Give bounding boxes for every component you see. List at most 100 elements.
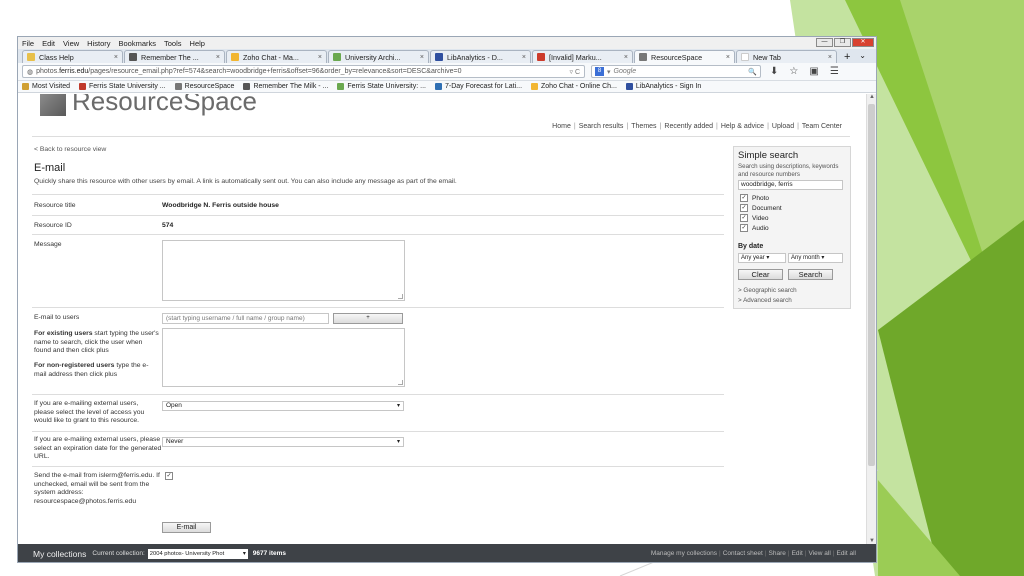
- month-select[interactable]: Any month ▾: [788, 253, 843, 263]
- library-icon[interactable]: ▣: [809, 66, 818, 77]
- search-engine-box[interactable]: 8 ▾ Google 🔍: [591, 65, 761, 78]
- edit-link[interactable]: Edit: [792, 550, 803, 557]
- bookmark-resourcespace[interactable]: ResourceSpace: [174, 83, 234, 90]
- tab-close-icon[interactable]: ×: [624, 54, 628, 61]
- current-collection-select[interactable]: 2004 photos- University Phot ▾: [147, 548, 248, 559]
- photo-label: Photo: [752, 194, 769, 202]
- geographic-search-link[interactable]: > Geographic search: [738, 287, 797, 294]
- tab-close-icon[interactable]: ×: [522, 54, 526, 61]
- menu-view[interactable]: View: [63, 39, 79, 48]
- tab-zoho-chat[interactable]: Zoho Chat - Ma... ×: [226, 50, 327, 63]
- page-scrollbar[interactable]: ▲ ▼: [866, 94, 876, 544]
- menu-tools[interactable]: Tools: [164, 39, 182, 48]
- close-window-button[interactable]: ✕: [852, 38, 874, 47]
- nav-help[interactable]: Help & advice: [718, 123, 767, 130]
- scrollbar-thumb[interactable]: [868, 104, 875, 466]
- menu-history[interactable]: History: [87, 39, 110, 48]
- year-value: Any year: [741, 255, 765, 261]
- video-checkbox[interactable]: ✓: [740, 214, 748, 222]
- view-all-link[interactable]: View all: [809, 550, 831, 557]
- menu-edit[interactable]: Edit: [42, 39, 55, 48]
- tab-remember-the-milk[interactable]: Remember The ... ×: [124, 50, 225, 63]
- current-collection-value: 2004 photos- University Phot: [149, 550, 225, 557]
- nav-themes[interactable]: Themes: [628, 123, 659, 130]
- nav-recently-added[interactable]: Recently added: [661, 123, 716, 130]
- restore-button[interactable]: ❐: [834, 38, 851, 47]
- nav-upload[interactable]: Upload: [769, 123, 797, 130]
- tab-close-icon[interactable]: ×: [216, 54, 220, 61]
- expiry-label: If you are e-mailing external users, ple…: [34, 436, 162, 460]
- new-tab-plus-icon[interactable]: +: [844, 51, 850, 63]
- nav-search-results[interactable]: Search results: [576, 123, 627, 130]
- type-photo[interactable]: ✓ Photo: [740, 194, 769, 202]
- site-logo[interactable]: ResourceSpace: [40, 94, 257, 116]
- tab-invalid-markup[interactable]: [Invalid] Marku... ×: [532, 50, 633, 63]
- clear-button[interactable]: Clear: [738, 269, 783, 280]
- audio-checkbox[interactable]: ✓: [740, 224, 748, 232]
- contact-sheet-link[interactable]: Contact sheet: [723, 550, 763, 557]
- expiry-select[interactable]: Never ▾: [162, 437, 404, 447]
- url-bar[interactable]: ◍ photos. ferris.edu/pages/resource_email…: [22, 65, 585, 78]
- tab-label: Remember The ...: [141, 52, 199, 62]
- bookmark-ferris-state-2[interactable]: Ferris State University: ...: [337, 83, 426, 90]
- manage-collections-link[interactable]: Manage my collections: [651, 550, 717, 557]
- tab-libanalytics[interactable]: LibAnalytics - D... ×: [430, 50, 531, 63]
- bookmark-star-icon[interactable]: ☆: [789, 66, 798, 77]
- menu-file[interactable]: File: [22, 39, 34, 48]
- type-video[interactable]: ✓ Video: [740, 214, 769, 222]
- type-document[interactable]: ✓ Document: [740, 204, 782, 212]
- tab-resourcespace[interactable]: ResourceSpace ×: [634, 50, 735, 63]
- tab-class-help[interactable]: Class Help ×: [22, 50, 123, 63]
- tab-close-icon[interactable]: ×: [114, 54, 118, 61]
- bookmark-remember-the-milk[interactable]: Remember The Milk - ...: [243, 83, 328, 90]
- reload-icon[interactable]: ▿ C: [569, 68, 580, 76]
- share-link[interactable]: Share: [769, 550, 786, 557]
- resize-grip-icon[interactable]: [398, 380, 403, 385]
- tab-university-archives[interactable]: University Archi... ×: [328, 50, 429, 63]
- bookmark-zoho-chat[interactable]: Zoho Chat - Online Ch...: [531, 83, 617, 90]
- nav-team-center[interactable]: Team Center: [799, 123, 845, 130]
- scroll-up-icon[interactable]: ▲: [869, 94, 875, 100]
- search-engine-arrow-icon[interactable]: ▾: [607, 68, 611, 76]
- email-submit-button[interactable]: E-mail: [162, 522, 211, 533]
- resize-grip-icon[interactable]: [398, 294, 403, 299]
- type-audio[interactable]: ✓ Audio: [740, 224, 769, 232]
- minimize-button[interactable]: —: [816, 38, 833, 47]
- bookmark-favicon-icon: [243, 83, 251, 90]
- tab-list-icon[interactable]: ⌄: [859, 51, 866, 60]
- add-user-button[interactable]: +: [333, 313, 403, 324]
- bookmark-forecast[interactable]: 7-Day Forecast for Lati...: [434, 83, 522, 90]
- hamburger-menu-icon[interactable]: ☰: [830, 66, 839, 77]
- menu-bookmarks[interactable]: Bookmarks: [119, 39, 157, 48]
- bookmark-libanalytics[interactable]: LibAnalytics - Sign In: [625, 83, 701, 90]
- back-to-resource-link[interactable]: < Back to resource view: [34, 146, 106, 153]
- search-button[interactable]: Search: [788, 269, 833, 280]
- tab-close-icon[interactable]: ×: [726, 54, 730, 61]
- advanced-search-link[interactable]: > Advanced search: [738, 297, 792, 304]
- email-users-input[interactable]: (start typing username / full name / gro…: [162, 313, 329, 324]
- tab-close-icon[interactable]: ×: [828, 54, 832, 61]
- document-checkbox[interactable]: ✓: [740, 204, 748, 212]
- download-icon[interactable]: ⬇: [770, 66, 778, 77]
- resource-title-value: Woodbridge N. Ferris outside house: [162, 202, 279, 209]
- edit-all-link[interactable]: Edit all: [836, 550, 856, 557]
- tab-close-icon[interactable]: ×: [318, 54, 322, 61]
- menu-help[interactable]: Help: [190, 39, 205, 48]
- tab-close-icon[interactable]: ×: [420, 54, 424, 61]
- bookmark-ferris-state[interactable]: Ferris State University ...: [79, 83, 166, 90]
- search-icon[interactable]: 🔍: [748, 68, 757, 76]
- send-from-checkbox[interactable]: ✓: [165, 472, 173, 480]
- google-icon[interactable]: 8: [595, 67, 604, 76]
- simple-search-input[interactable]: woodbridge, ferris: [738, 180, 843, 190]
- divider: [32, 431, 724, 432]
- bookmark-most-visited[interactable]: Most Visited: [22, 83, 70, 90]
- message-textarea[interactable]: [162, 240, 405, 301]
- email-recipients-textarea[interactable]: [162, 328, 405, 387]
- tab-new-tab[interactable]: New Tab ×: [736, 50, 837, 63]
- year-select[interactable]: Any year ▾: [738, 253, 786, 263]
- nav-home[interactable]: Home: [549, 123, 574, 130]
- access-select[interactable]: Open ▾: [162, 401, 404, 411]
- my-collections-title[interactable]: My collections: [33, 549, 86, 559]
- photo-checkbox[interactable]: ✓: [740, 194, 748, 202]
- expiry-value: Never: [166, 438, 184, 445]
